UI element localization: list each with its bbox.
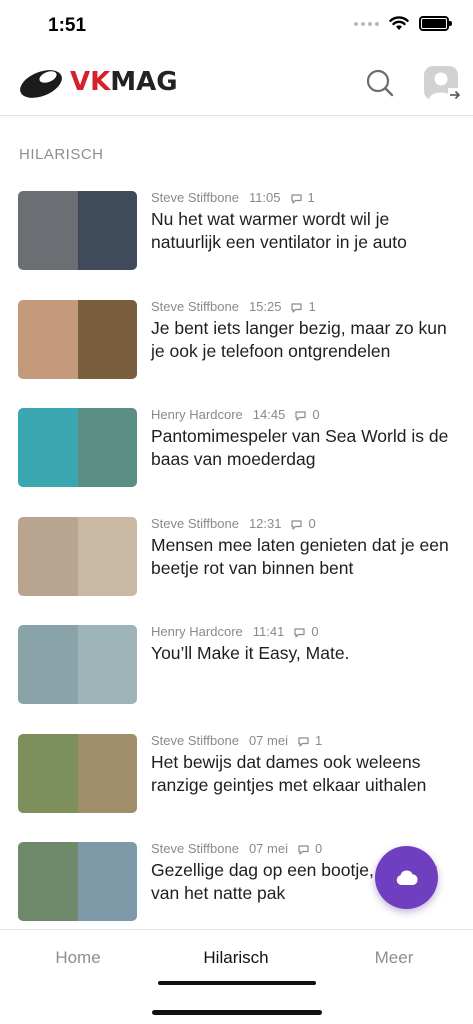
thumbnail-left-frame <box>18 408 78 487</box>
comment-icon <box>290 192 303 204</box>
article-title[interactable]: Het bewijs dat dames ook weleens ranzige… <box>151 751 456 797</box>
tab-home[interactable]: Home <box>28 948 128 968</box>
cloud-icon <box>396 870 418 885</box>
article-title[interactable]: Je bent iets langer bezig, maar zo kun j… <box>151 317 456 363</box>
tab-hilarisch[interactable]: Hilarisch <box>186 948 286 968</box>
thumbnail-left-frame <box>18 300 78 379</box>
article-time: 07 mei <box>248 733 288 748</box>
article-time: 14:45 <box>252 407 286 422</box>
thumbnail-right-frame <box>77 517 137 596</box>
tab-bar: Home Hilarisch Meer <box>0 929 473 1024</box>
article-author: Steve Stiffbone <box>151 733 239 748</box>
comment-icon <box>294 409 307 421</box>
thumbnail-right-frame <box>77 408 137 487</box>
section-title: HILARISCH <box>19 146 104 163</box>
thumbnail-left-frame <box>18 517 78 596</box>
comment-count: 1 <box>307 190 315 205</box>
article-author: Steve Stiffbone <box>151 516 239 531</box>
article-thumbnail[interactable] <box>18 408 137 487</box>
article-item[interactable]: Steve Stiffbone 15:25 1 Je bent iets langer… <box>0 299 473 390</box>
login-arrow-icon <box>448 88 462 102</box>
slipper-logo-icon <box>20 70 62 98</box>
search-button[interactable] <box>364 67 396 99</box>
signal-icon <box>354 21 379 26</box>
article-meta: Steve Stiffbone 07 mei 1 <box>151 733 322 748</box>
article-item[interactable]: Steve Stiffbone 07 mei 1 Het bewijs dat dam… <box>0 733 473 824</box>
comment-icon <box>290 301 303 313</box>
article-thumbnail[interactable] <box>18 734 137 813</box>
logo[interactable]: VKMAG <box>18 64 178 100</box>
thumbnail-left-frame <box>18 842 78 921</box>
article-meta: Steve Stiffbone 15:25 1 <box>151 299 316 314</box>
battery-icon <box>419 16 452 31</box>
comment-icon <box>293 626 306 638</box>
article-time: 11:41 <box>252 624 285 639</box>
article-author: Henry Hardcore <box>151 624 243 639</box>
comment-count: 0 <box>314 841 323 856</box>
article-meta: Steve Stiffbone 07 mei 0 <box>151 841 322 856</box>
article-meta: Steve Stiffbone 12:31 0 <box>151 516 316 531</box>
active-tab-indicator <box>158 981 316 985</box>
article-item[interactable]: Henry Hardcore 11:41 0 You’ll Make it Easy,… <box>0 624 473 715</box>
article-author: Steve Stiffbone <box>151 841 239 856</box>
article-thumbnail[interactable] <box>18 625 137 704</box>
comment-count: 0 <box>311 624 319 639</box>
tab-meer[interactable]: Meer <box>344 948 444 968</box>
thumbnail-right-frame <box>77 300 137 379</box>
article-time: 15:25 <box>248 299 282 314</box>
wifi-icon <box>389 16 409 30</box>
article-thumbnail[interactable] <box>18 300 137 379</box>
thumbnail-right-frame <box>77 625 137 704</box>
article-thumbnail[interactable] <box>18 191 137 270</box>
thumbnail-left-frame <box>18 734 78 813</box>
thumbnail-left-frame <box>18 191 78 270</box>
article-thumbnail[interactable] <box>18 517 137 596</box>
article-author: Henry Hardcore <box>151 407 243 422</box>
comment-icon <box>297 843 310 855</box>
thumbnail-right-frame <box>77 734 137 813</box>
article-meta: Henry Hardcore 11:41 0 <box>151 624 319 639</box>
article-item[interactable]: Henry Hardcore 14:45 0 Pantomimespeler van … <box>0 407 473 498</box>
article-author: Steve Stiffbone <box>151 190 239 205</box>
search-icon <box>366 69 394 97</box>
comment-count: 1 <box>314 733 323 748</box>
article-item[interactable]: Steve Stiffbone 11:05 1 Nu het wat warmer w… <box>0 190 473 281</box>
article-time: 07 mei <box>248 841 288 856</box>
thumbnail-left-frame <box>18 625 78 704</box>
comment-count: 0 <box>308 516 316 531</box>
article-time: 12:31 <box>248 516 282 531</box>
article-time: 11:05 <box>248 190 281 205</box>
comment-count: 0 <box>312 407 320 422</box>
logo-text: VKMAG <box>70 67 178 97</box>
article-title[interactable]: Pantomimespeler van Sea World is de baas… <box>151 425 456 471</box>
status-bar: 1:51 <box>0 0 473 52</box>
home-indicator <box>152 1010 322 1015</box>
app-header: VKMAG <box>0 52 473 116</box>
article-meta: Steve Stiffbone 11:05 1 <box>151 190 315 205</box>
article-author: Steve Stiffbone <box>151 299 239 314</box>
article-title[interactable]: You’ll Make it Easy, Mate. <box>151 642 456 665</box>
article-thumbnail[interactable] <box>18 842 137 921</box>
thumbnail-right-frame <box>77 191 137 270</box>
status-icons <box>354 16 452 31</box>
comment-icon <box>297 735 310 747</box>
thumbnail-right-frame <box>77 842 137 921</box>
fab-button[interactable] <box>375 846 438 909</box>
comment-icon <box>290 518 303 530</box>
article-title[interactable]: Nu het wat warmer wordt wil je natuurlij… <box>151 208 456 254</box>
article-item[interactable]: Steve Stiffbone 12:31 0 Mensen mee laten ge… <box>0 516 473 607</box>
article-meta: Henry Hardcore 14:45 0 <box>151 407 320 422</box>
status-time: 1:51 <box>48 15 87 36</box>
comment-count: 1 <box>308 299 316 314</box>
profile-button[interactable] <box>422 63 462 103</box>
article-title[interactable]: Mensen mee laten genieten dat je een bee… <box>151 534 456 580</box>
